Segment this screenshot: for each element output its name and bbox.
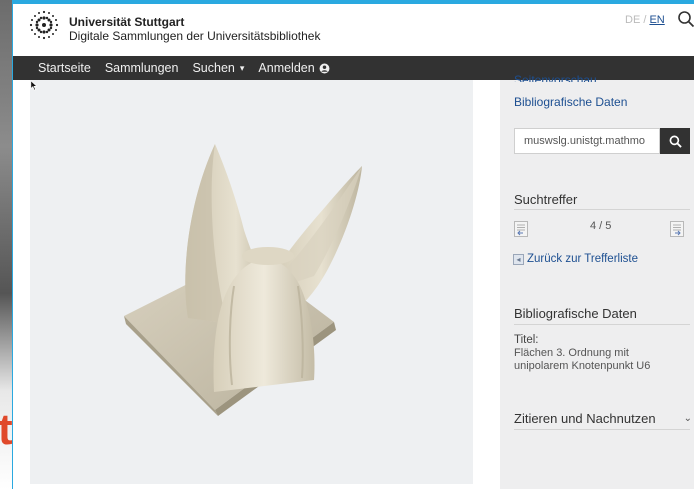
- site-subtitle[interactable]: Digitale Sammlungen der Universitätsbibl…: [69, 29, 320, 43]
- nav-suchen-label: Suchen: [192, 61, 235, 75]
- lang-en-link[interactable]: EN: [649, 14, 664, 26]
- nav-anmelden[interactable]: Anmelden: [258, 61, 330, 75]
- search-icon: [669, 135, 682, 148]
- sidebar-link-bibliographic-data[interactable]: Bibliografische Daten: [514, 95, 627, 109]
- lang-de-link[interactable]: DE: [625, 14, 640, 26]
- hit-counter: 4 / 5: [590, 220, 612, 232]
- nav-sammlungen[interactable]: Sammlungen: [105, 61, 179, 75]
- nav-startseite[interactable]: Startseite: [38, 61, 91, 75]
- arrow-left-icon: ◂: [513, 253, 524, 265]
- nav-anmelden-label: Anmelden: [258, 61, 315, 75]
- cite-and-reuse-toggle[interactable]: Zitieren und Nachnutzen ⌄: [514, 411, 692, 426]
- nav-sammlungen-label: Sammlungen: [104, 61, 179, 75]
- model-image: [124, 144, 362, 416]
- site-header: Universität Stuttgart Digitale Sammlunge…: [13, 4, 694, 56]
- user-icon: [319, 63, 330, 73]
- title-value: Flächen 3. Ordnung mit unipolarem Knoten…: [514, 347, 651, 372]
- sidebar-search-button[interactable]: [660, 128, 690, 154]
- university-logo-icon[interactable]: [27, 8, 61, 42]
- language-switcher: DE / EN: [625, 14, 665, 26]
- desktop-background: t: [0, 0, 13, 489]
- next-hit-icon[interactable]: [670, 221, 684, 237]
- previous-hit-icon[interactable]: [514, 221, 528, 237]
- divider: [514, 429, 690, 430]
- back-to-results-label: Zurück zur Trefferliste: [527, 253, 638, 265]
- background-text-fragment: t: [0, 405, 13, 454]
- sidebar-search-input[interactable]: muswslg.unistgt.mathmo: [514, 128, 660, 154]
- chevron-down-icon: ⌄: [683, 413, 692, 424]
- sidebar-link-preview[interactable]: Seitenvorschau: [514, 74, 597, 82]
- divider: [514, 324, 690, 325]
- cite-and-reuse-label: Zitieren und Nachnutzen: [514, 411, 656, 426]
- hits-title: Suchtreffer: [514, 192, 578, 207]
- caret-down-icon: ▾: [239, 62, 245, 73]
- nav-suchen[interactable]: Suchen ▾: [192, 61, 244, 75]
- nav-startseite-label: Startseite: [38, 61, 91, 75]
- institution-name[interactable]: Universität Stuttgart: [69, 15, 184, 29]
- divider: [514, 209, 690, 210]
- browser-window: Universität Stuttgart Digitale Sammlunge…: [12, 4, 694, 489]
- back-to-results-link[interactable]: ◂ Zurück zur Trefferliste: [513, 253, 638, 265]
- search-icon[interactable]: [677, 10, 694, 28]
- mouse-cursor-icon: [30, 80, 38, 91]
- title-label: Titel:: [514, 334, 539, 346]
- bibliographic-data-title: Bibliografische Daten: [514, 306, 637, 321]
- sidebar: Seitenvorschau Bibliografische Daten mus…: [500, 74, 694, 489]
- 3d-model-viewer[interactable]: [30, 80, 473, 484]
